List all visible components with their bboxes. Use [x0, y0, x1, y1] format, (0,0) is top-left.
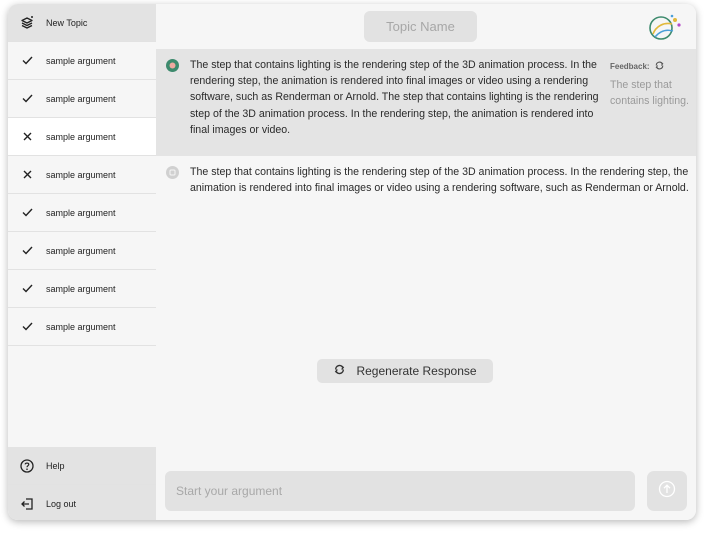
logout-label: Log out — [46, 499, 77, 509]
message-highlighted: The step that contains lighting is the r… — [156, 49, 696, 156]
refresh-icon — [333, 363, 346, 379]
check-icon — [8, 322, 46, 331]
sidebar-item-label: sample argument — [46, 169, 116, 180]
sidebar-item-label: sample argument — [46, 55, 116, 66]
app-logo-icon — [646, 12, 684, 42]
regenerate-label: Regenerate Response — [356, 364, 477, 378]
new-topic-label: New Topic — [46, 17, 88, 28]
sidebar-item-label: sample argument — [46, 283, 116, 294]
refresh-feedback-icon[interactable] — [654, 60, 665, 73]
sidebar-item-2[interactable]: sample argument — [8, 80, 156, 118]
message-text: The step that contains lighting is the r… — [190, 166, 689, 195]
app-window: New Topic sample argument sample argumen… — [8, 4, 696, 520]
feedback-title: Feedback: — [610, 60, 692, 73]
sidebar-footer: Help Log out — [8, 447, 156, 520]
user-avatar-icon — [166, 166, 179, 179]
send-button[interactable] — [647, 471, 687, 511]
help-circle-icon — [8, 458, 46, 473]
sidebar-item-label: sample argument — [46, 207, 116, 218]
new-topic-button[interactable]: New Topic — [8, 4, 156, 42]
argument-input[interactable] — [165, 471, 635, 511]
sidebar-item-4[interactable]: sample argument — [8, 156, 156, 194]
feedback-text: The step that contains lighting. — [610, 79, 689, 107]
sidebar-item-label: sample argument — [46, 321, 116, 332]
arrow-up-circle-icon — [658, 480, 676, 503]
layers-icon — [8, 15, 46, 30]
topic-name[interactable]: Topic Name — [364, 11, 477, 42]
message-text: The step that contains lighting is the r… — [190, 59, 599, 136]
help-label: Help — [46, 460, 65, 471]
sidebar-item-label: sample argument — [46, 93, 116, 104]
sidebar-item-3[interactable]: sample argument — [8, 118, 156, 156]
sidebar-item-label: sample argument — [46, 131, 116, 142]
check-icon — [8, 284, 46, 293]
sidebar: New Topic sample argument sample argumen… — [8, 4, 156, 520]
cross-icon — [8, 170, 46, 179]
sidebar-item-label: sample argument — [46, 245, 116, 256]
message: The step that contains lighting is the r… — [156, 156, 696, 446]
top-bar: Topic Name — [156, 4, 696, 49]
check-icon — [8, 94, 46, 103]
main-panel: Topic Name The step that contains lighti… — [156, 4, 696, 520]
help-button[interactable]: Help — [8, 447, 156, 485]
check-icon — [8, 56, 46, 65]
feedback-label: Feedback: — [610, 62, 650, 71]
feedback-panel: Feedback: The step that contains lightin… — [610, 60, 692, 109]
logout-button[interactable]: Log out — [8, 485, 156, 520]
check-icon — [8, 246, 46, 255]
check-icon — [8, 208, 46, 217]
logout-icon — [8, 497, 46, 511]
sidebar-item-8[interactable]: sample argument — [8, 308, 156, 346]
bot-avatar-icon — [166, 59, 179, 72]
sidebar-item-6[interactable]: sample argument — [8, 232, 156, 270]
sidebar-item-7[interactable]: sample argument — [8, 270, 156, 308]
regenerate-response-button[interactable]: Regenerate Response — [317, 359, 493, 383]
sidebar-item-1[interactable]: sample argument — [8, 42, 156, 80]
sidebar-item-5[interactable]: sample argument — [8, 194, 156, 232]
cross-icon — [8, 132, 46, 141]
